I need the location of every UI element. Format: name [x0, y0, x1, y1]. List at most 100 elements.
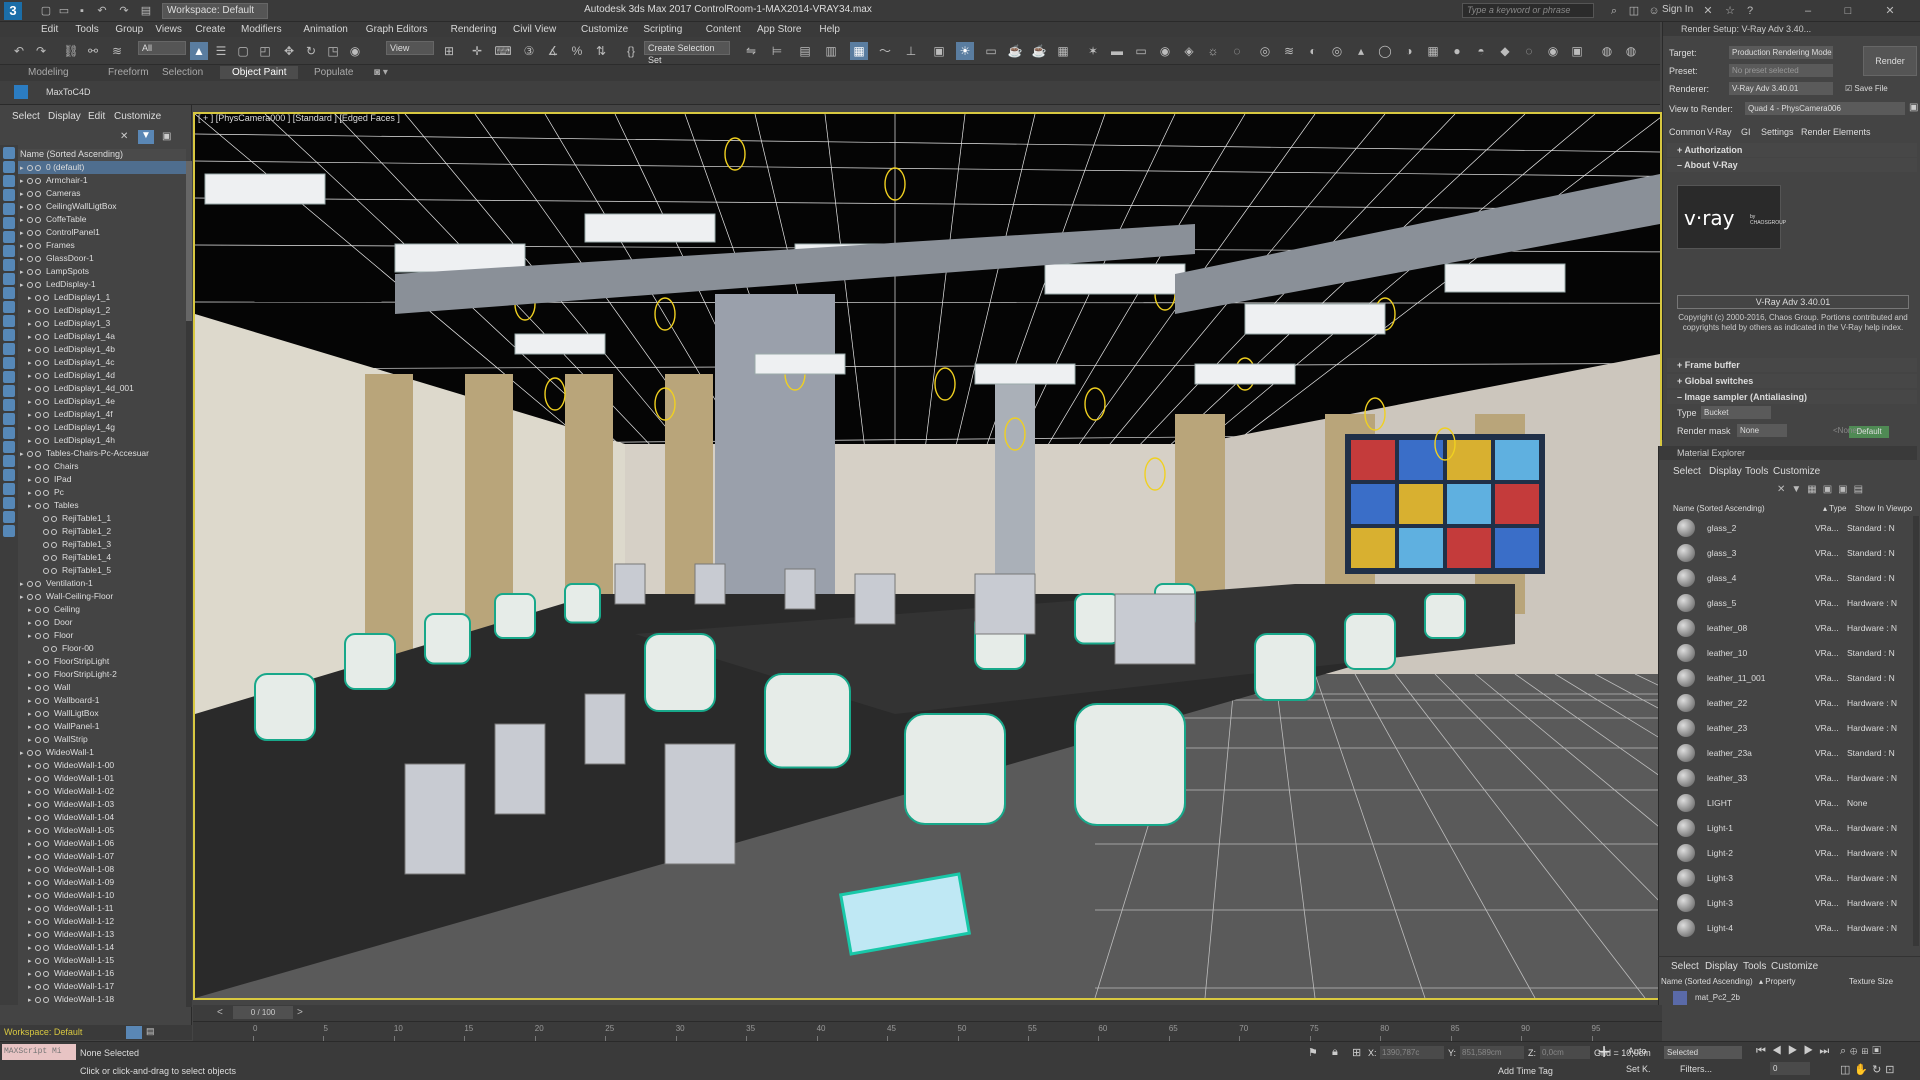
visibility-eye-icon[interactable] [35, 502, 41, 509]
material-editor-icon[interactable]: ▣ [930, 42, 948, 60]
freeze-icon[interactable] [43, 372, 49, 379]
scene-filter-icon[interactable] [3, 427, 15, 439]
scene-tree-item[interactable]: ▸ WideoWall-1-11 [18, 902, 186, 915]
visibility-eye-icon[interactable] [27, 164, 33, 171]
visibility-eye-icon[interactable] [35, 866, 41, 873]
freeze-icon[interactable] [51, 528, 57, 535]
scene-tree-item[interactable]: ▸ LedDisplay1_2 [18, 304, 186, 317]
menu-animation[interactable]: Animation [298, 23, 352, 36]
mat-menu-display[interactable]: Display [1709, 466, 1742, 477]
material-row[interactable]: leather_08 VRa... Hardware : N [1677, 616, 1913, 641]
place-icon[interactable]: ◉ [346, 42, 364, 60]
scene-tree-item[interactable]: ▸ WideoWall-1-14 [18, 941, 186, 954]
keyboard-shortcut-icon[interactable]: ⌨ [494, 42, 512, 60]
selection-lock-icon[interactable]: 🔒︎ [1332, 1046, 1338, 1059]
visibility-eye-icon[interactable] [27, 255, 33, 262]
key-filters-button[interactable]: Filters... [1680, 1064, 1712, 1074]
scene-tree-item[interactable]: ▸ WideoWall-1-18 [18, 993, 186, 1006]
freeze-icon[interactable] [43, 398, 49, 405]
exchange-icon[interactable]: ✕ [1700, 3, 1716, 19]
sign-in-link[interactable]: Sign In [1662, 4, 1693, 15]
freeze-icon[interactable] [43, 476, 49, 483]
freeze-icon[interactable] [43, 762, 49, 769]
freeze-icon[interactable] [43, 879, 49, 886]
material-scrollbar[interactable] [1913, 516, 1919, 946]
current-frame-field[interactable]: 0 [1770, 1062, 1810, 1075]
favorites-icon[interactable]: ☆ [1722, 3, 1738, 19]
freeze-icon[interactable] [35, 593, 41, 600]
viewport-label[interactable]: [ + ] [PhysCamera000 ] [Standard ] [Edge… [198, 113, 400, 123]
unlink-icon[interactable]: ⚯ [84, 42, 102, 60]
mat-col-show[interactable]: Show In Viewpo [1855, 504, 1912, 513]
menu-views[interactable]: Views [150, 23, 187, 36]
tab-vray[interactable]: V-Ray [1707, 127, 1732, 137]
scene-tree-item[interactable]: ▸ LedDisplay1_4h [18, 434, 186, 447]
target-dropdown[interactable]: Production Rendering Mode [1729, 46, 1833, 59]
freeze-icon[interactable] [43, 502, 49, 509]
material-row[interactable]: leather_10 VRa... Standard : N [1677, 641, 1913, 666]
minimize-icon[interactable]: – [1800, 3, 1816, 19]
curve-editor-icon[interactable]: 〜 [876, 42, 894, 60]
move-icon[interactable]: ✥ [280, 42, 298, 60]
scene-tree-item[interactable]: ▸ LedDisplay1_3 [18, 317, 186, 330]
freeze-icon[interactable] [43, 853, 49, 860]
scene-tree-item[interactable]: ▸ LedDisplay1_4a [18, 330, 186, 343]
freeze-icon[interactable] [43, 424, 49, 431]
align-icon[interactable]: ⊨ [768, 42, 786, 60]
vray-balance-icon[interactable]: ◑ [1400, 42, 1418, 60]
freeze-icon[interactable] [43, 905, 49, 912]
scene-tree-item[interactable]: Floor-00 [18, 642, 186, 655]
link-icon[interactable]: ⛓ [62, 42, 80, 60]
freeze-icon[interactable] [43, 697, 49, 704]
scene-tree-item[interactable]: ▸ WideoWall-1-05 [18, 824, 186, 837]
scene-tree-item[interactable]: ▸ LampSpots [18, 265, 186, 278]
vray-sun-icon[interactable]: ☼ [1204, 42, 1222, 60]
visibility-eye-icon[interactable] [35, 905, 41, 912]
freeze-icon[interactable] [51, 554, 57, 561]
scene-tree-item[interactable]: ▸ WideoWall-1-15 [18, 954, 186, 967]
infocenter-icon[interactable]: ◫ [1626, 3, 1642, 19]
material-row[interactable]: Light-1 VRa... Hardware : N [1677, 816, 1913, 841]
freeze-icon[interactable] [43, 996, 49, 1003]
vray-toolbar-extra-icon[interactable]: ◓ [1472, 42, 1490, 60]
select-object-icon[interactable]: ▲ [190, 42, 208, 60]
scene-tree-item[interactable]: ▸ WideoWall-1-13 [18, 928, 186, 941]
scene-filter-icon[interactable] [3, 189, 15, 201]
visibility-eye-icon[interactable] [35, 346, 41, 353]
tab-settings[interactable]: Settings [1761, 127, 1794, 137]
scene-tree-item[interactable]: ▸ WideoWall-1 [18, 746, 186, 759]
material-row[interactable]: leather_22 VRa... Hardware : N [1677, 691, 1913, 716]
visibility-eye-icon[interactable] [35, 723, 41, 730]
freeze-icon[interactable] [43, 359, 49, 366]
visibility-eye-icon[interactable] [35, 892, 41, 899]
snaps-toggle-icon[interactable]: ③ [520, 42, 538, 60]
scene-tree-item[interactable]: ▸ LedDisplay1_4f [18, 408, 186, 421]
freeze-icon[interactable] [43, 684, 49, 691]
visibility-eye-icon[interactable] [27, 242, 33, 249]
freeze-icon[interactable] [43, 437, 49, 444]
scene-tree-item[interactable]: ▸ Armchair-1 [18, 174, 186, 187]
freeze-icon[interactable] [43, 944, 49, 951]
visibility-eye-icon[interactable] [43, 567, 49, 574]
scene-tree-item[interactable]: ▸ GlassDoor-1 [18, 252, 186, 265]
vray-dome-icon[interactable]: ◎ [1256, 42, 1274, 60]
bind-spacewarp-icon[interactable]: ≋ [108, 42, 126, 60]
angle-snap-icon[interactable]: ∡ [544, 42, 562, 60]
vray-fur-icon[interactable]: ≋ [1280, 42, 1298, 60]
tab-freeform[interactable]: Freeform [108, 67, 149, 78]
visibility-eye-icon[interactable] [35, 372, 41, 379]
visibility-eye-icon[interactable] [35, 424, 41, 431]
scene-tree-item[interactable]: ▸ FloorStripLight-2 [18, 668, 186, 681]
freeze-icon[interactable] [43, 723, 49, 730]
scene-tree-item[interactable]: ▸ Chairs [18, 460, 186, 473]
menu-civil-view[interactable]: Civil View [508, 23, 561, 36]
preset-dropdown[interactable]: No preset selected [1729, 64, 1833, 77]
image-sampler-rollout[interactable]: – Image sampler (Antialiasing) [1667, 390, 1917, 404]
time-next-icon[interactable]: > [297, 1007, 303, 1018]
visibility-eye-icon[interactable] [35, 359, 41, 366]
set-key-button[interactable]: Set K. [1626, 1064, 1651, 1074]
menu-edit[interactable]: Edit [36, 23, 63, 36]
vray-plane-icon[interactable]: ▬ [1108, 42, 1126, 60]
material-explorer-tools[interactable]: ✕▼▦▣▣▤ [1777, 484, 1917, 498]
scene-tree-item[interactable]: ▸ Wallboard-1 [18, 694, 186, 707]
